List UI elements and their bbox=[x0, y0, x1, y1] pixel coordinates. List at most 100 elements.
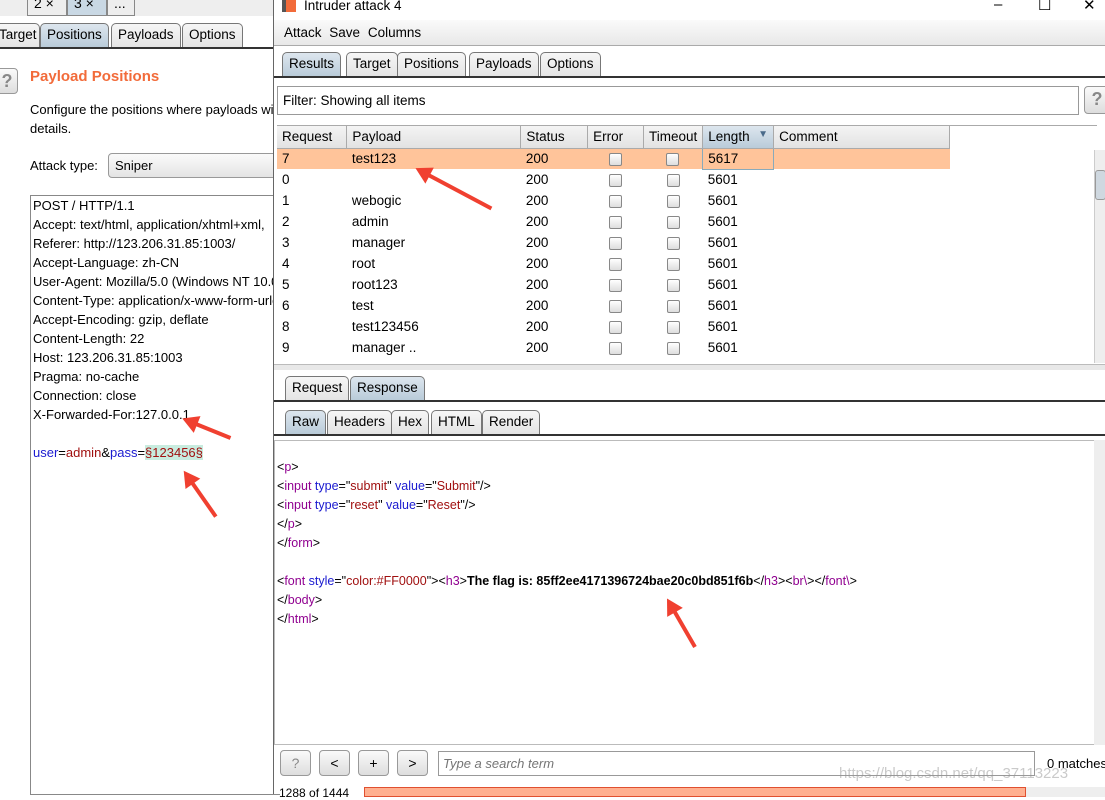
response-scrollbar[interactable] bbox=[1094, 440, 1105, 745]
error-checkbox[interactable] bbox=[609, 320, 623, 334]
filter-bar[interactable]: Filter: Showing all items bbox=[277, 86, 1079, 115]
cell-comment bbox=[774, 169, 950, 190]
results-scrollbar[interactable] bbox=[1094, 150, 1105, 363]
timeout-checkbox[interactable] bbox=[666, 257, 680, 271]
column-header-status[interactable]: Status bbox=[520, 126, 589, 149]
cell-payload: manager .. bbox=[351, 340, 417, 355]
search-help-button[interactable]: ? bbox=[280, 750, 311, 776]
tab-target[interactable]: Target bbox=[346, 52, 398, 76]
tab-response[interactable]: Response bbox=[350, 376, 425, 400]
request-line: Content-Type: application/x-www-form-url… bbox=[33, 293, 280, 308]
table-row[interactable]: 1 webogic 200 5601 bbox=[277, 190, 950, 211]
error-checkbox[interactable] bbox=[609, 299, 623, 313]
results-table: Request Payload Status Error Timeout Length ▼ C… bbox=[277, 126, 950, 358]
cell-payload: webogic bbox=[351, 193, 402, 208]
timeout-checkbox[interactable] bbox=[666, 299, 680, 313]
timeout-checkbox[interactable] bbox=[666, 153, 680, 167]
cell-comment bbox=[774, 232, 950, 253]
cell-request: 7 bbox=[282, 151, 290, 167]
timeout-checkbox[interactable] bbox=[666, 236, 680, 250]
maximize-button[interactable]: ☐ bbox=[1038, 0, 1051, 14]
search-prev-button[interactable]: < bbox=[319, 750, 350, 776]
tab-hex[interactable]: Hex bbox=[391, 410, 430, 434]
cell-request: 9 bbox=[282, 340, 290, 355]
search-next-button[interactable]: > bbox=[397, 750, 428, 776]
column-header-request[interactable]: Request bbox=[277, 126, 348, 149]
tab-headers[interactable]: Headers bbox=[327, 410, 393, 434]
table-row[interactable]: 3 manager 200 5601 bbox=[277, 232, 950, 253]
request-line: Accept-Encoding: gzip, deflate bbox=[33, 312, 209, 327]
tab-payloads[interactable]: Payloads bbox=[111, 23, 181, 47]
table-row[interactable]: 4 root 200 5601 bbox=[277, 253, 950, 274]
cell-payload: manager bbox=[351, 235, 406, 250]
tab-payloads[interactable]: Payloads bbox=[469, 52, 539, 76]
minimize-button[interactable]: – bbox=[994, 0, 1002, 13]
cell-request: 6 bbox=[282, 298, 290, 313]
column-header-comment[interactable]: Comment bbox=[773, 126, 950, 149]
table-row[interactable]: 6 test 200 5601 bbox=[277, 295, 950, 316]
top-tab-2[interactable]: 2 × bbox=[27, 0, 67, 16]
help-button[interactable]: ? bbox=[0, 68, 18, 94]
top-tab-more[interactable]: ... bbox=[107, 0, 135, 16]
cell-length: 5617 bbox=[702, 147, 775, 170]
timeout-checkbox[interactable] bbox=[666, 278, 680, 292]
close-button[interactable]: ✕ bbox=[1083, 0, 1096, 14]
tab-positions[interactable]: Positions bbox=[397, 52, 466, 76]
table-row[interactable]: 9 manager .. 200 5601 bbox=[277, 337, 950, 358]
cell-status: 200 bbox=[525, 214, 549, 229]
table-row[interactable]: 8 test123456 200 5601 bbox=[277, 316, 950, 337]
watermark: https://blog.csdn.net/qq_37113223 bbox=[839, 765, 1069, 782]
tab-raw[interactable]: Raw bbox=[285, 410, 327, 434]
cell-payload: root123 bbox=[351, 277, 398, 292]
tab-html[interactable]: HTML bbox=[431, 410, 482, 434]
request-body: user=admin&pass=§123456§ bbox=[33, 445, 203, 460]
timeout-checkbox[interactable] bbox=[666, 173, 680, 187]
timeout-checkbox[interactable] bbox=[666, 320, 680, 334]
tab-target[interactable]: Target bbox=[0, 23, 40, 47]
tab-render[interactable]: Render bbox=[482, 410, 541, 434]
cell-status: 200 bbox=[525, 340, 549, 355]
cell-length: 5601 bbox=[707, 193, 738, 208]
table-row[interactable]: 2 admin 200 5601 bbox=[277, 211, 950, 232]
attack-type-select[interactable]: Sniper bbox=[108, 153, 278, 178]
timeout-checkbox[interactable] bbox=[666, 341, 680, 355]
splitter[interactable] bbox=[274, 364, 1105, 370]
timeout-checkbox[interactable] bbox=[666, 215, 680, 229]
table-row[interactable]: 0 200 5601 bbox=[277, 169, 950, 190]
request-line: User-Agent: Mozilla/5.0 (Windows NT 10.0 bbox=[33, 274, 279, 289]
tab-positions[interactable]: Positions bbox=[40, 23, 109, 47]
tab-options[interactable]: Options bbox=[540, 52, 601, 76]
error-checkbox[interactable] bbox=[609, 194, 623, 208]
cell-comment bbox=[774, 148, 950, 169]
filter-help-button[interactable]: ? bbox=[1084, 86, 1105, 114]
error-checkbox[interactable] bbox=[609, 257, 623, 271]
menu-columns[interactable]: Columns bbox=[368, 25, 421, 40]
column-header-length[interactable]: Length ▼ bbox=[702, 126, 775, 149]
column-header-error[interactable]: Error bbox=[587, 126, 645, 149]
timeout-checkbox[interactable] bbox=[666, 194, 680, 208]
tab-results[interactable]: Results bbox=[282, 52, 342, 76]
top-tab-3[interactable]: 3 × bbox=[67, 0, 107, 16]
cell-length: 5601 bbox=[707, 172, 738, 188]
menu-attack[interactable]: Attack bbox=[284, 25, 322, 40]
menu-save[interactable]: Save bbox=[329, 25, 360, 40]
error-checkbox[interactable] bbox=[609, 236, 623, 250]
tab-request[interactable]: Request bbox=[285, 376, 350, 400]
error-checkbox[interactable] bbox=[609, 341, 623, 355]
column-header-payload[interactable]: Payload bbox=[346, 126, 522, 149]
table-row[interactable]: 7 test123 200 5617 bbox=[277, 147, 950, 170]
cell-length: 5601 bbox=[707, 277, 738, 292]
tab-options[interactable]: Options bbox=[182, 23, 243, 47]
search-add-button[interactable]: + bbox=[358, 750, 389, 776]
error-checkbox[interactable] bbox=[609, 215, 623, 229]
request-line: Connection: close bbox=[33, 388, 137, 403]
intruder-window: Intruder attack 4 – ☐ ✕ Attack Save Colu… bbox=[273, 0, 1105, 800]
error-checkbox[interactable] bbox=[609, 173, 623, 187]
error-checkbox[interactable] bbox=[609, 153, 623, 167]
cell-length: 5601 bbox=[707, 214, 738, 229]
column-header-timeout[interactable]: Timeout bbox=[643, 126, 704, 149]
cell-payload: test bbox=[351, 298, 374, 313]
table-row[interactable]: 5 root123 200 5601 bbox=[277, 274, 950, 295]
error-checkbox[interactable] bbox=[609, 278, 623, 292]
cell-comment bbox=[774, 274, 950, 295]
